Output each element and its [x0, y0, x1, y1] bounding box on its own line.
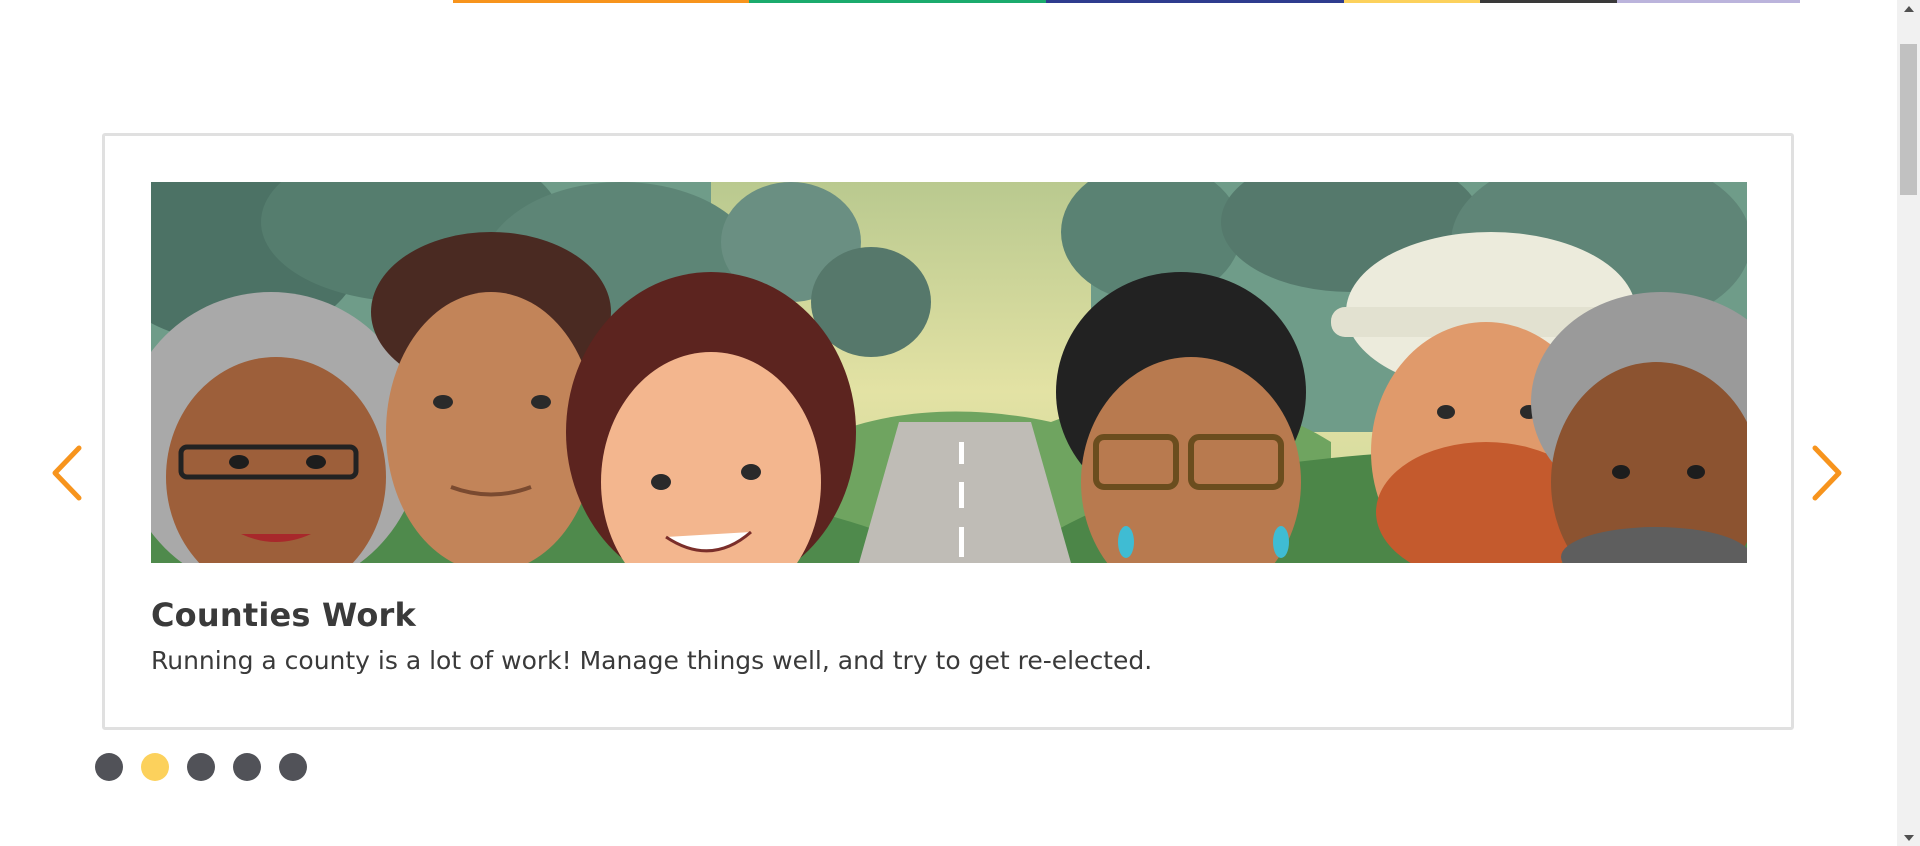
carousel-dot-2[interactable]: [141, 753, 169, 781]
slide-description: Running a county is a lot of work! Manag…: [151, 646, 1153, 675]
slide-title: Counties Work: [151, 596, 416, 634]
carousel-dot-5[interactable]: [279, 753, 307, 781]
carousel-prev-button[interactable]: [44, 438, 90, 508]
carousel-slide-card: Counties Work Running a county is a lot …: [102, 133, 1794, 730]
scrollbar-thumb[interactable]: [1900, 44, 1917, 195]
page-scrollbar[interactable]: [1897, 0, 1920, 846]
stripe-segment-dark: [1480, 0, 1617, 3]
slide-banner-image: [151, 182, 1747, 563]
chevron-right-icon: [1812, 445, 1842, 501]
arrow-down-icon: [1903, 834, 1914, 841]
carousel-next-button[interactable]: [1804, 438, 1850, 508]
stripe-segment-orange: [453, 0, 749, 3]
stripe-segment-green: [749, 0, 1046, 3]
carousel-dot-1[interactable]: [95, 753, 123, 781]
carousel-dot-4[interactable]: [233, 753, 261, 781]
stripe-segment-navy: [1046, 0, 1344, 3]
color-stripe: [453, 0, 1800, 3]
scroll-up-button[interactable]: [1897, 0, 1920, 17]
arrow-up-icon: [1903, 5, 1914, 12]
scroll-down-button[interactable]: [1897, 829, 1920, 846]
chevron-left-icon: [52, 445, 82, 501]
carousel-dot-3[interactable]: [187, 753, 215, 781]
stripe-segment-lavender: [1617, 0, 1800, 3]
stripe-segment-yellow: [1344, 0, 1480, 3]
carousel-pagination: [95, 753, 307, 781]
